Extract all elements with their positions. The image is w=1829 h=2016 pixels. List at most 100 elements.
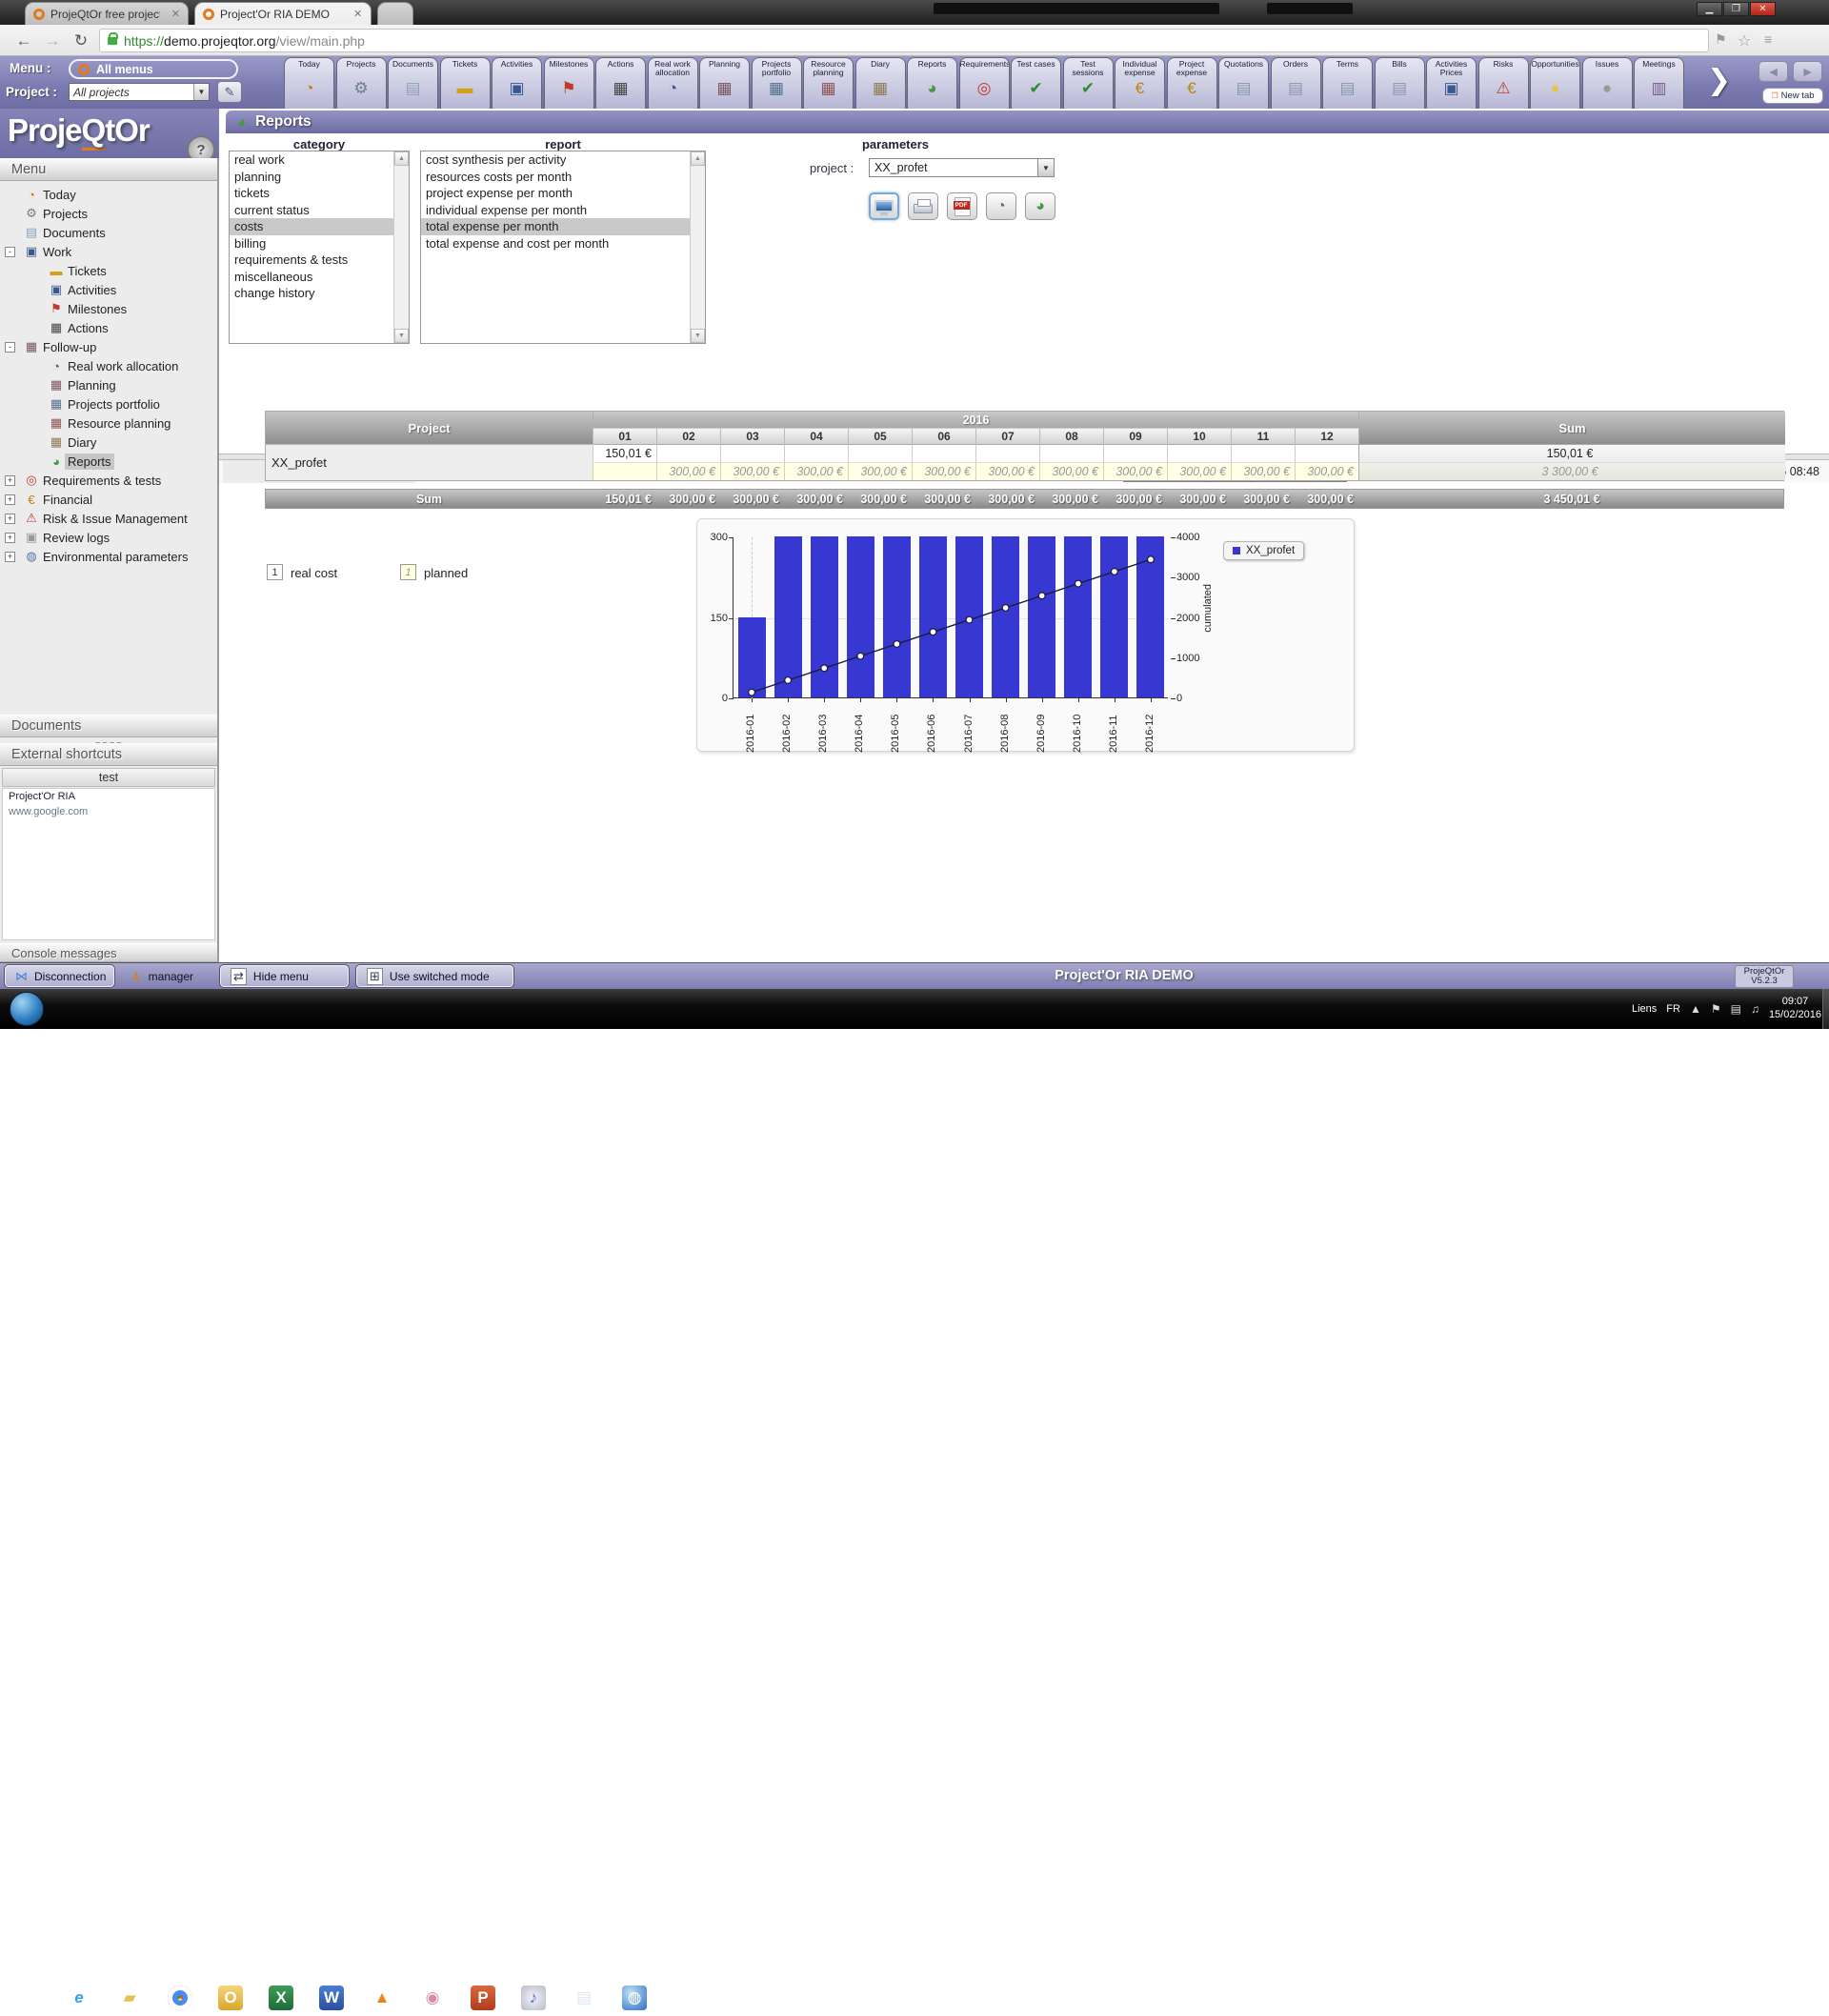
sidebar-item-diary[interactable]: ▦Diary: [0, 433, 217, 452]
sidebar-item-work[interactable]: -▣Work: [0, 242, 217, 261]
sidebar-item-real-work-allocation[interactable]: ◔Real work allocation: [0, 356, 217, 375]
toolbar-tab-documents[interactable]: Documents▤: [388, 57, 438, 109]
taskbar-app-explorer[interactable]: ▰: [106, 1980, 153, 2016]
toolbar-tab-activities[interactable]: Activities▣: [492, 57, 542, 109]
sidebar-item-resource-planning[interactable]: ▦Resource planning: [0, 413, 217, 433]
scroll-down-icon[interactable]: ▼: [691, 329, 705, 343]
category-item-requirements-tests[interactable]: requirements & tests: [230, 252, 409, 269]
toolbar-tab-requirements[interactable]: Requirements◎: [959, 57, 1010, 109]
toolbar-tab-test-sessions[interactable]: Test sessions✔: [1063, 57, 1114, 109]
category-item-costs[interactable]: costs: [230, 218, 409, 235]
shortcut-group-header[interactable]: test: [2, 768, 215, 787]
start-button[interactable]: [10, 992, 44, 1026]
browser-tab-1[interactable]: ProjeQtOr free project ma ✕: [25, 2, 189, 25]
collapse-icon[interactable]: -: [5, 247, 15, 257]
sidebar-item-activities[interactable]: ▣Activities: [0, 280, 217, 299]
window-close-button[interactable]: ✕: [1750, 2, 1776, 16]
report-item-project-expense-per-month[interactable]: project expense per month: [421, 185, 705, 202]
toolbar-tab-bills[interactable]: Bills▤: [1375, 57, 1425, 109]
expand-icon[interactable]: +: [5, 552, 15, 562]
taskbar-app-powerpoint[interactable]: P: [459, 1980, 507, 2016]
edit-project-button[interactable]: ✎: [217, 81, 242, 103]
expand-icon[interactable]: +: [5, 494, 15, 505]
tray-network-icon[interactable]: ▤: [1731, 1002, 1741, 1016]
report-project-select[interactable]: XX_profet ▼: [869, 158, 1038, 177]
sidebar-item-actions[interactable]: ▦Actions: [0, 318, 217, 337]
taskbar-app-paint[interactable]: ◉: [409, 1980, 456, 2016]
toolbar-tab-reports[interactable]: Reports◕: [907, 57, 957, 109]
category-item-real-work[interactable]: real work: [230, 151, 409, 169]
toolbar-tab-projects[interactable]: Projects⚙: [336, 57, 387, 109]
window-minimize-button[interactable]: ▁: [1697, 2, 1722, 16]
toolbar-tab-planning[interactable]: Planning▦: [699, 57, 750, 109]
tray-flag-icon[interactable]: ⚑: [1711, 1002, 1721, 1016]
toolbar-tab-opportunities[interactable]: Opportunities●: [1530, 57, 1580, 109]
sidebar-item-financial[interactable]: +€Financial: [0, 490, 217, 509]
scroll-down-icon[interactable]: ▼: [394, 329, 409, 343]
sidebar-item-milestones[interactable]: ⚑Milestones: [0, 299, 217, 318]
toolbar-tab-milestones[interactable]: Milestones⚑: [544, 57, 594, 109]
project-select[interactable]: All projects ▼: [69, 83, 210, 101]
category-item-change-history[interactable]: change history: [230, 285, 409, 302]
shortcut-link[interactable]: Project'Or RIA: [3, 789, 214, 804]
show-desktop-button[interactable]: [1822, 989, 1829, 1029]
flag-icon[interactable]: ⚑: [1715, 31, 1727, 48]
sidebar-item-follow-up[interactable]: -▦Follow-up: [0, 337, 217, 356]
browser-menu-icon[interactable]: ≡: [1764, 31, 1772, 47]
console-messages-bar[interactable]: Console messages: [0, 943, 217, 962]
tab-close-icon[interactable]: ✕: [171, 8, 180, 20]
tab-close-icon[interactable]: ✕: [353, 8, 362, 20]
toolbar-tab-individual-expense[interactable]: Individual expense€: [1115, 57, 1165, 109]
tray-language[interactable]: FR: [1666, 1003, 1680, 1015]
toolbar-tab-tickets[interactable]: Tickets▬: [440, 57, 491, 109]
nav-back-button[interactable]: ◄: [1759, 61, 1788, 82]
scroll-up-icon[interactable]: ▲: [394, 151, 409, 166]
report-item-total-expense-and-cost-per-month[interactable]: total expense and cost per month: [421, 235, 705, 252]
category-item-current-status[interactable]: current status: [230, 202, 409, 219]
scrollbar[interactable]: ▲▼: [690, 151, 705, 343]
toolbar-tab-today[interactable]: Today◔: [284, 57, 334, 109]
toolbar-overflow-chevron-icon[interactable]: ❯: [1707, 64, 1731, 97]
taskbar-app-chrome[interactable]: [156, 1980, 204, 2016]
new-tab-button[interactable]: ❒ New tab: [1762, 88, 1823, 104]
toolbar-tab-test-cases[interactable]: Test cases✔: [1011, 57, 1061, 109]
taskbar-app-itunes[interactable]: ♪: [510, 1980, 557, 2016]
hide-menu-button[interactable]: ⇄ Hide menu: [220, 965, 349, 987]
category-item-miscellaneous[interactable]: miscellaneous: [230, 269, 409, 286]
sidebar-item-projects[interactable]: ⚙Projects: [0, 204, 217, 223]
export-pdf-button[interactable]: PDF: [947, 192, 977, 220]
sidebar-item-planning[interactable]: ▦Planning: [0, 375, 217, 394]
sidebar-item-projects-portfolio[interactable]: ▦Projects portfolio: [0, 394, 217, 413]
toolbar-tab-terms[interactable]: Terms▤: [1322, 57, 1373, 109]
taskbar-app-outlook[interactable]: O: [207, 1980, 254, 2016]
new-tab-stub[interactable]: [377, 2, 413, 25]
category-item-planning[interactable]: planning: [230, 169, 409, 186]
switched-mode-button[interactable]: ⊞ Use switched mode: [356, 965, 513, 987]
toolbar-tab-issues[interactable]: Issues●: [1582, 57, 1633, 109]
show-on-screen-button[interactable]: [869, 192, 899, 220]
window-restore-button[interactable]: ❐: [1723, 2, 1749, 16]
chevron-down-icon[interactable]: ▼: [193, 84, 209, 100]
report-item-resources-costs-per-month[interactable]: resources costs per month: [421, 169, 705, 186]
expand-icon[interactable]: +: [5, 514, 15, 524]
history-button[interactable]: ◔: [986, 192, 1016, 220]
tray-volume-icon[interactable]: ♫: [1751, 1002, 1759, 1016]
https-padlock-icon[interactable]: [108, 37, 117, 45]
sidebar-item-review-logs[interactable]: +▣Review logs: [0, 528, 217, 547]
expand-icon[interactable]: +: [5, 533, 15, 543]
toolbar-tab-actions[interactable]: Actions▦: [595, 57, 646, 109]
toolbar-tab-resource-planning[interactable]: Resource planning▦: [803, 57, 854, 109]
toolbar-tab-meetings[interactable]: Meetings▥: [1634, 57, 1684, 109]
print-button[interactable]: [908, 192, 938, 220]
toolbar-tab-projects-portfolio[interactable]: Projects portfolio▦: [752, 57, 802, 109]
toolbar-tab-orders[interactable]: Orders▤: [1271, 57, 1321, 109]
sidebar-item-documents[interactable]: ▤Documents: [0, 223, 217, 242]
back-button[interactable]: ←: [11, 29, 36, 52]
sidebar-item-risk-issue-management[interactable]: +⚠Risk & Issue Management: [0, 509, 217, 528]
menu-search-input[interactable]: All menus: [69, 59, 238, 79]
sidebar-item-environmental-parameters[interactable]: +◍Environmental parameters: [0, 547, 217, 566]
report-item-individual-expense-per-month[interactable]: individual expense per month: [421, 202, 705, 219]
tray-expand-icon[interactable]: ▲: [1690, 1002, 1701, 1016]
chevron-down-icon[interactable]: ▼: [1037, 158, 1055, 177]
taskbar-app-vlc[interactable]: ▲: [358, 1980, 406, 2016]
